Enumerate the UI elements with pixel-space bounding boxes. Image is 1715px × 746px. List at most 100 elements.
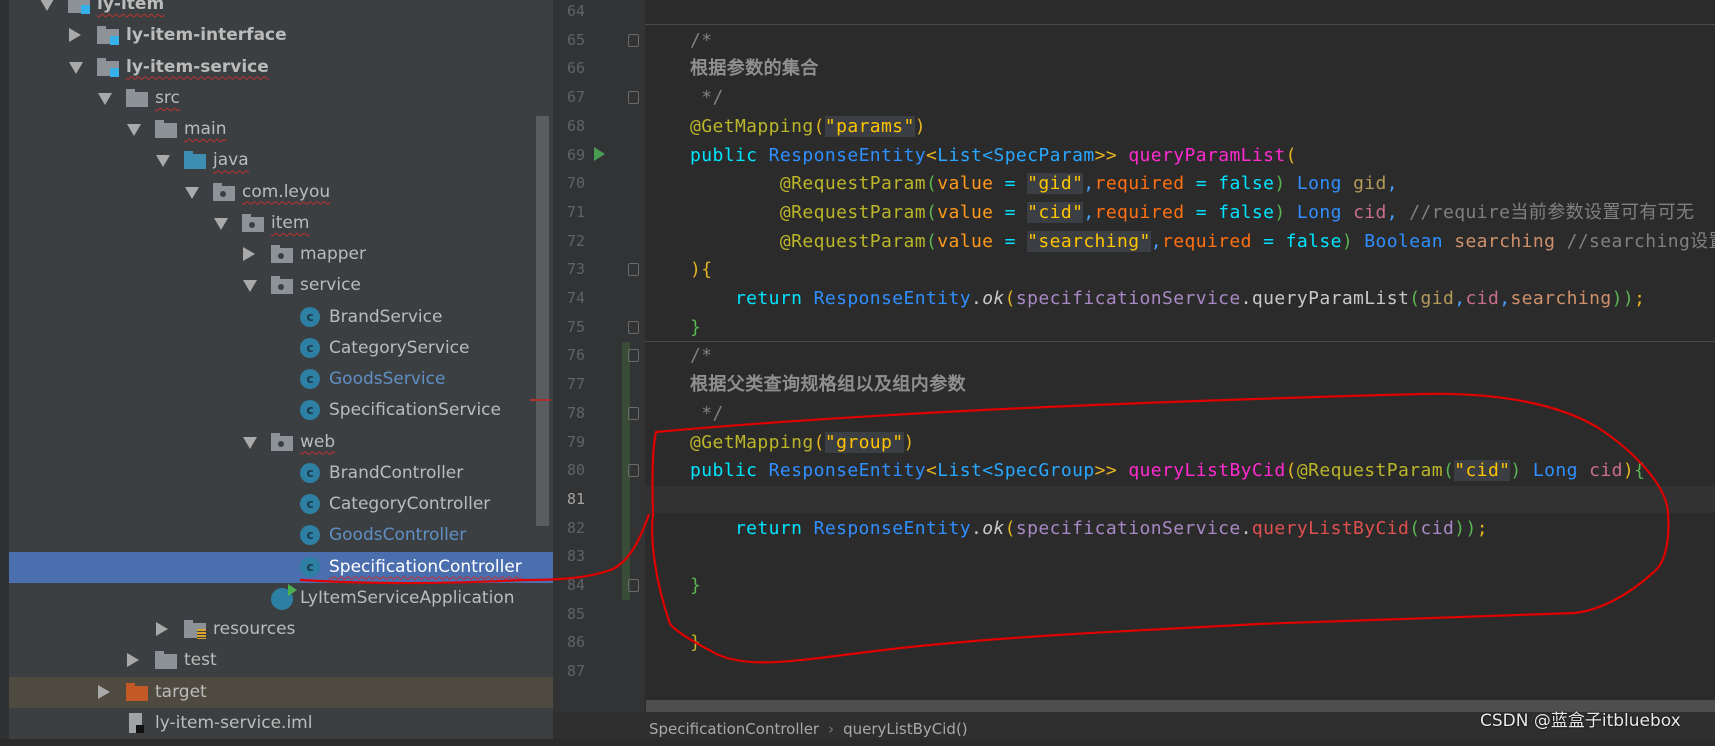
tree-item[interactable]: SpecificationController — [9, 551, 553, 583]
tree-item[interactable]: resources — [9, 614, 553, 645]
code-token: ok — [982, 517, 1005, 539]
tree-item[interactable]: CategoryController — [9, 489, 553, 520]
package-icon — [271, 432, 293, 452]
code-line[interactable]: public ResponseEntity<List<SpecGroup>> q… — [690, 456, 1645, 485]
expand-arrow-open-icon[interactable] — [98, 92, 112, 105]
expand-arrow-open-icon[interactable] — [243, 436, 257, 449]
code-line[interactable]: /* — [690, 26, 712, 55]
code-token: queryListByCid — [1117, 460, 1286, 482]
code-line[interactable]: 根据参数的集合 — [690, 54, 819, 83]
code-token: = — [1184, 201, 1219, 223]
tree-item[interactable]: com.leyou — [9, 177, 553, 208]
fold-marker-icon[interactable] — [628, 320, 639, 334]
code-line[interactable]: } — [690, 628, 701, 657]
line-number: 67 — [566, 88, 585, 107]
code-line[interactable]: */ — [690, 83, 724, 112]
run-gutter-icon[interactable] — [594, 147, 605, 161]
code-token: required — [1094, 201, 1185, 223]
line-number: 77 — [566, 375, 585, 394]
code-token: ( — [1409, 288, 1421, 309]
code-line[interactable]: 根据父类查询规格组以及组内参数 — [690, 370, 966, 399]
code-token: , — [1150, 230, 1162, 252]
tree-item[interactable]: ly-item — [9, 0, 553, 20]
code-line[interactable]: public ResponseEntity<List<SpecParam>> q… — [690, 141, 1297, 170]
breadcrumb-method[interactable]: queryListByCid() — [843, 720, 968, 738]
project-tree-panel: ly-item ly-item-interface ly-item-service s… — [0, 0, 553, 739]
code-token: ( — [925, 201, 938, 223]
code-line[interactable]: ){ — [690, 255, 712, 284]
line-number: 87 — [566, 662, 585, 681]
tree-item-label: ly-item-service.iml — [155, 712, 313, 733]
code-line[interactable]: return ResponseEntity.ok(specificationSe… — [690, 514, 1488, 543]
tree-item-label: SpecificationService — [329, 400, 501, 421]
tree-item[interactable]: target — [9, 676, 553, 708]
package-icon — [271, 244, 293, 264]
tree-item[interactable]: CategoryService — [9, 333, 553, 364]
tree-item[interactable]: LyItemServiceApplication — [9, 583, 553, 614]
source-folder-icon — [184, 150, 206, 170]
expand-arrow-closed-icon[interactable] — [127, 653, 139, 668]
tree-item[interactable]: web — [9, 427, 553, 458]
expand-arrow-closed-icon[interactable] — [98, 684, 110, 699]
tree-item[interactable]: java — [9, 145, 553, 176]
fold-marker-icon[interactable] — [628, 263, 639, 277]
code-token: /* — [690, 345, 713, 367]
tree-item[interactable]: item — [9, 208, 553, 239]
expand-arrow-open-icon[interactable] — [243, 280, 257, 293]
code-line[interactable]: @GetMapping("group") — [690, 428, 915, 457]
tree-item[interactable]: test — [9, 645, 553, 676]
code-token: < — [982, 144, 994, 166]
tree-vertical-scrollbar[interactable] — [536, 116, 549, 526]
fold-marker-icon[interactable] — [628, 579, 639, 592]
fold-marker-icon[interactable] — [628, 91, 639, 105]
expand-arrow-open-icon[interactable] — [69, 61, 83, 74]
code-token: "group" — [824, 431, 904, 453]
tree-item[interactable]: ly-item-interface — [9, 20, 553, 51]
code-line[interactable]: /* — [690, 341, 712, 370]
code-token: Long — [1285, 201, 1354, 223]
code-line[interactable]: return ResponseEntity.ok(specificationSe… — [690, 284, 1645, 313]
code-line[interactable]: @GetMapping("params") — [690, 112, 926, 141]
tree-item[interactable]: GoodsService — [9, 364, 553, 395]
tree-item-label: service — [300, 275, 361, 296]
tree-item[interactable]: SpecificationService — [9, 395, 553, 426]
fold-marker-icon[interactable] — [628, 406, 639, 420]
expand-arrow-open-icon[interactable] — [127, 124, 141, 136]
tree-item[interactable]: service — [9, 270, 553, 301]
code-line[interactable]: @RequestParam(value = "gid",required = f… — [690, 169, 1398, 198]
fold-marker-icon[interactable] — [628, 349, 639, 363]
expand-arrow-closed-icon[interactable] — [243, 247, 255, 261]
code-token: specificationService — [1015, 517, 1241, 539]
expand-arrow-open-icon[interactable] — [185, 186, 199, 199]
tree-item[interactable]: BrandService — [9, 302, 553, 333]
line-number: 84 — [566, 576, 585, 594]
tree-item[interactable]: ly-item-service.iml — [9, 708, 553, 739]
code-line[interactable]: } — [690, 313, 701, 342]
expand-arrow-open-icon[interactable] — [214, 217, 228, 230]
code-token: ) — [1510, 460, 1522, 482]
code-line[interactable]: @RequestParam(value = "searching",requir… — [690, 227, 1715, 256]
code-token: List — [937, 460, 983, 482]
tree-item[interactable]: src — [9, 83, 553, 114]
tree-item[interactable]: main — [9, 114, 553, 145]
expand-arrow-closed-icon[interactable] — [69, 28, 81, 43]
tree-item[interactable]: BrandController — [9, 458, 553, 489]
tree-item[interactable]: ly-item-service — [9, 52, 553, 83]
code-token: value — [937, 230, 994, 252]
expand-arrow-open-icon[interactable] — [156, 155, 170, 168]
code-token: cid — [1420, 517, 1455, 539]
fold-marker-icon[interactable] — [628, 33, 639, 47]
tree-item[interactable]: GoodsController — [9, 520, 553, 551]
code-token: , — [1083, 173, 1095, 195]
code-line[interactable]: } — [690, 571, 701, 600]
expand-arrow-open-icon[interactable] — [40, 0, 54, 11]
current-line-highlight — [645, 486, 1715, 513]
breadcrumb-class[interactable]: SpecificationController — [649, 720, 819, 738]
tree-item[interactable]: mapper — [9, 239, 553, 270]
fold-marker-icon[interactable] — [628, 464, 639, 478]
expand-arrow-closed-icon[interactable] — [156, 622, 168, 636]
code-token: = — [993, 201, 1028, 223]
code-token: public — [690, 460, 769, 482]
code-line[interactable]: */ — [690, 399, 724, 428]
code-line[interactable]: @RequestParam(value = "cid",required = f… — [690, 198, 1694, 227]
